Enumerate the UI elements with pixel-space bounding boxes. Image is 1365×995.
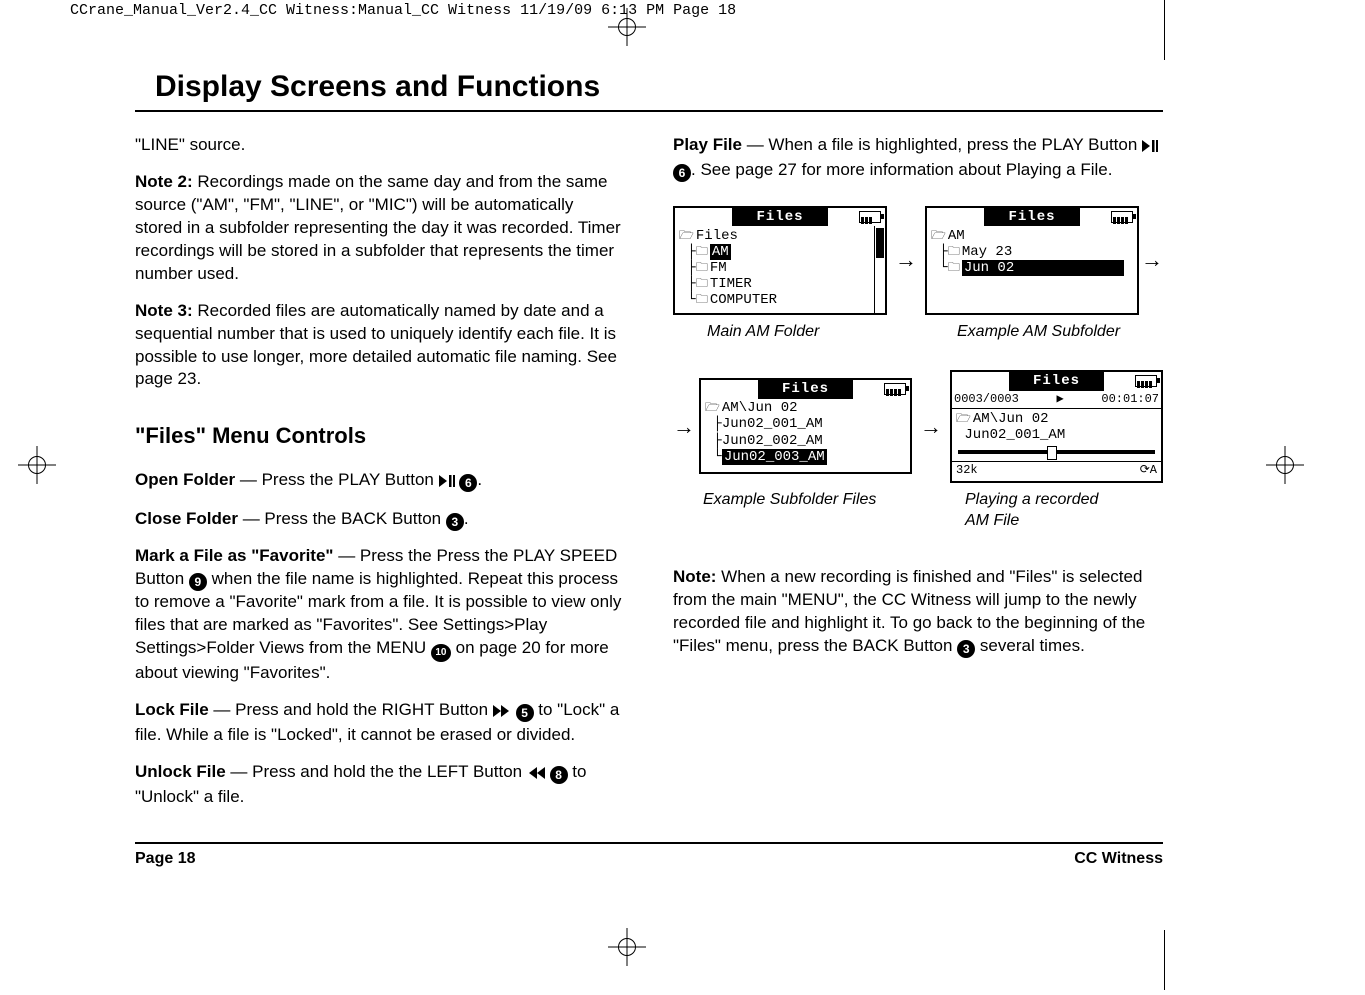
lcd-playing-file: Files 0003/0003 ▶ 00:01:07 AM\Jun 02 Jun… xyxy=(950,370,1163,483)
button-ref-6: 6 xyxy=(459,474,477,492)
list-item: Jun02_001_AM xyxy=(722,416,823,432)
folder-icon xyxy=(696,260,710,276)
lcd-title: Files xyxy=(758,380,853,399)
folder-open-icon xyxy=(705,400,722,416)
button-ref-3: 3 xyxy=(446,513,464,531)
button-ref-5: 5 xyxy=(516,704,534,722)
repeat-mode: ⟳A xyxy=(1140,462,1157,478)
unlock-label: Unlock File xyxy=(135,762,226,781)
button-ref-8: 8 xyxy=(550,766,568,784)
page-number: Page 18 xyxy=(135,850,195,868)
list-item: Jun02_003_AM xyxy=(722,449,827,465)
list-item: FM xyxy=(710,260,727,276)
folder-icon xyxy=(948,244,962,260)
caption: Example AM Subfolder xyxy=(957,321,1120,343)
caption-row-2: Example Subfolder Files Playing a record… xyxy=(703,489,1163,532)
folder-icon xyxy=(948,260,962,276)
note3-label: Note 3: xyxy=(135,301,193,320)
arrow-right-icon: → xyxy=(920,412,942,442)
registration-mark-bottom xyxy=(614,934,640,960)
para-open-folder: Open Folder — Press the PLAY Button 6. xyxy=(135,469,623,494)
play-pause-icon xyxy=(439,471,455,494)
list-item: May 23 xyxy=(962,244,1012,260)
note3-body: Recorded files are automatically named b… xyxy=(135,301,617,389)
bitrate: 32k xyxy=(956,462,978,478)
elapsed-time: 00:01:07 xyxy=(1101,391,1159,407)
caption-row-1: Main AM Folder Example AM Subfolder xyxy=(707,321,1163,343)
para-unlock: Unlock File — Press and hold the the LEF… xyxy=(135,761,623,809)
lcd-row-2: → Files AM\Jun 02 ├Jun02_001_AM ├Jun02_0… xyxy=(673,370,1163,483)
registration-mark-top xyxy=(614,14,640,40)
subhead-files-menu-controls: "Files" Menu Controls xyxy=(135,421,623,451)
play-pause-icon xyxy=(1142,136,1158,159)
list-item: AM xyxy=(710,244,731,260)
lcd-title: Files xyxy=(732,208,827,227)
arrow-right-icon: → xyxy=(895,245,917,275)
para-lock: Lock File — Press and hold the RIGHT But… xyxy=(135,699,623,747)
rewind-icon xyxy=(527,763,545,786)
list-item: Jun 02 xyxy=(962,260,1124,276)
footer-rule xyxy=(135,842,1163,844)
lcd-subfolder-files: Files AM\Jun 02 ├Jun02_001_AM ├Jun02_002… xyxy=(699,378,912,474)
title-rule xyxy=(135,110,1163,112)
scrollbar xyxy=(874,226,885,312)
list-item: Jun02_002_AM xyxy=(722,433,823,449)
para-play-file: Play File — When a file is highlighted, … xyxy=(673,134,1163,182)
folder-icon xyxy=(696,292,710,308)
note2-body: Recordings made on the same day and from… xyxy=(135,172,621,283)
para-note-bottom: Note: When a new recording is finished a… xyxy=(673,566,1163,658)
button-ref-9: 9 xyxy=(189,573,207,591)
play-icon: ▶ xyxy=(1056,391,1063,407)
progress-bar xyxy=(958,447,1155,457)
lcd-am-subfolder: Files AM ├May 23 └Jun 02 xyxy=(925,206,1139,314)
para-close-folder: Close Folder — Press the BACK Button 3. xyxy=(135,508,623,531)
favorite-label: Mark a File as "Favorite" xyxy=(135,546,333,565)
battery-icon xyxy=(859,211,881,223)
lcd-title: Files xyxy=(984,208,1079,227)
folder-open-icon xyxy=(956,411,973,427)
registration-mark-right xyxy=(1272,452,1298,478)
button-ref-6: 6 xyxy=(673,164,691,182)
note2-label: Note 2: xyxy=(135,172,193,191)
battery-icon xyxy=(1111,211,1133,223)
list-item: COMPUTER xyxy=(710,292,777,308)
folder-icon xyxy=(696,276,710,292)
prepress-slug: CCrane_Manual_Ver2.4_CC Witness:Manual_C… xyxy=(0,0,1365,21)
play-file-label: Play File xyxy=(673,135,742,154)
caption: Main AM Folder xyxy=(707,321,917,343)
right-column: Play File — When a file is highlighted, … xyxy=(673,134,1163,822)
lock-label: Lock File xyxy=(135,700,209,719)
folder-open-icon xyxy=(679,228,696,244)
caption: Playing a recorded AM File xyxy=(965,489,1098,532)
para-line-source: "LINE" source. xyxy=(135,134,623,157)
button-ref-10: 10 xyxy=(431,644,451,662)
product-name: CC Witness xyxy=(1074,850,1163,868)
lcd-title: Files xyxy=(1009,372,1104,391)
folder-icon xyxy=(696,244,710,260)
folder-open-icon xyxy=(931,228,948,244)
close-folder-label: Close Folder xyxy=(135,509,238,528)
battery-icon xyxy=(884,383,906,395)
fast-forward-icon xyxy=(493,701,511,724)
para-note2: Note 2: Recordings made on the same day … xyxy=(135,171,623,286)
left-column: "LINE" source. Note 2: Recordings made o… xyxy=(135,134,623,822)
battery-icon xyxy=(1135,375,1157,387)
open-folder-label: Open Folder xyxy=(135,470,235,489)
para-note3: Note 3: Recorded files are automatically… xyxy=(135,300,623,392)
arrow-right-icon: → xyxy=(673,412,695,442)
arrow-right-icon: → xyxy=(1141,245,1163,275)
lcd-row-1: Files Files ├AM ├FM ├TIMER └COMPUTER xyxy=(673,206,1163,314)
page-title: Display Screens and Functions xyxy=(155,70,1163,104)
button-ref-3: 3 xyxy=(957,640,975,658)
now-playing-file: Jun02_001_AM xyxy=(964,427,1065,443)
registration-mark-left xyxy=(24,452,50,478)
note-label: Note: xyxy=(673,567,716,586)
list-item: TIMER xyxy=(710,276,752,292)
track-counter: 0003/0003 xyxy=(954,391,1019,407)
para-favorite: Mark a File as "Favorite" — Press the Pr… xyxy=(135,545,623,685)
caption: Example Subfolder Files xyxy=(703,489,925,532)
lcd-main-am-folder: Files Files ├AM ├FM ├TIMER └COMPUTER xyxy=(673,206,887,314)
